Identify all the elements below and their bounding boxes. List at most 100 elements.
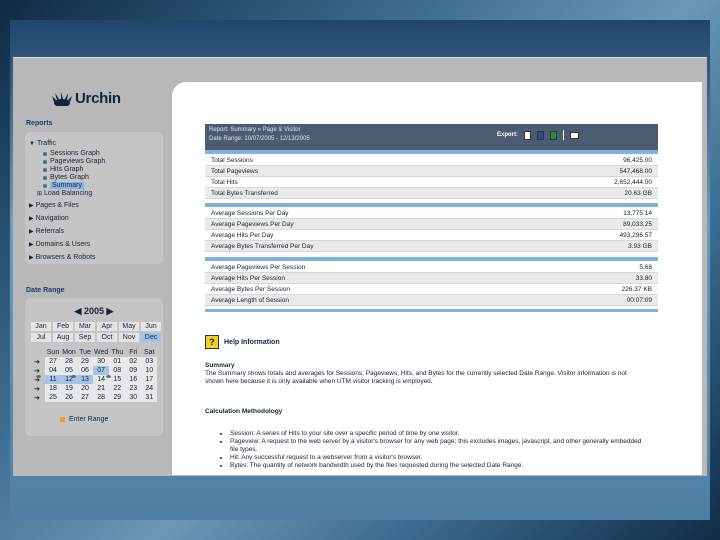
calendar-day[interactable]: 31 xyxy=(141,393,158,402)
calendar-day[interactable]: 06 xyxy=(77,366,93,375)
calendar-day[interactable]: 01 xyxy=(109,357,126,366)
month-apr[interactable]: Apr xyxy=(97,322,117,331)
month-aug[interactable]: Aug xyxy=(53,333,73,342)
calendar-day[interactable]: 18 xyxy=(45,384,61,393)
month-jul[interactable]: Jul xyxy=(31,333,51,342)
calendar-day[interactable]: 07 xyxy=(93,366,110,375)
calendar-day[interactable]: 16 xyxy=(125,375,142,384)
calendar-day[interactable]: 22 xyxy=(109,384,126,393)
calendar-day[interactable]: 15 xyxy=(109,375,126,384)
menu-navigation[interactable]: ▶ Navigation xyxy=(29,215,69,222)
table-row: Average Hits Per Day 493,296.57 xyxy=(205,230,658,241)
week-select-arrow-icon[interactable]: ➔ xyxy=(29,393,45,402)
calendar-day[interactable]: 29 xyxy=(77,357,93,366)
prev-year-icon[interactable]: ◀ xyxy=(75,306,82,316)
table-row: Average Hits Per Session 33.80 xyxy=(205,273,658,284)
export-toolbar: Export: xyxy=(497,130,579,140)
section-divider xyxy=(205,309,658,312)
calendar-day[interactable]: 05 xyxy=(61,366,77,375)
calendar-day[interactable]: 02 xyxy=(125,357,142,366)
table-row: Total Hits 2,652,444.00 xyxy=(205,177,658,188)
window-dots xyxy=(36,375,111,378)
menu-browsers-robots[interactable]: ▶ Browsers & Robots xyxy=(29,254,96,261)
calendar-day[interactable]: 19 xyxy=(61,384,77,393)
menu-item-summary[interactable]: Summary xyxy=(43,182,84,189)
table-row: Average Sessions Per Day 13,775.14 xyxy=(205,208,658,219)
menu-domains-users[interactable]: ▶ Domains & Users xyxy=(29,241,90,248)
menu-item-sessions-graph[interactable]: Sessions Graph xyxy=(43,150,100,157)
month-sep[interactable]: Sep xyxy=(75,333,95,342)
calendar-day[interactable]: 26 xyxy=(61,393,77,402)
weekday-header: Thu xyxy=(111,349,124,356)
export-word-icon[interactable] xyxy=(537,130,544,140)
calendar-day[interactable]: 27 xyxy=(45,357,61,366)
bullet-icon xyxy=(43,151,47,156)
month-feb[interactable]: Feb xyxy=(53,322,73,331)
month-dec[interactable]: Dec xyxy=(141,333,161,342)
help-information[interactable]: ? Help Information xyxy=(205,335,280,349)
calendar-day[interactable]: 23 xyxy=(125,384,142,393)
calendar-day[interactable]: 28 xyxy=(61,357,77,366)
menu-traffic[interactable]: ▼ Traffic xyxy=(29,140,56,147)
collapsed-triangle-icon: ▶ xyxy=(29,216,34,222)
year-label: 2005 xyxy=(83,306,105,316)
menu-item-pageviews-graph[interactable]: Pageviews Graph xyxy=(43,158,105,165)
enter-range-button[interactable]: Enter Range xyxy=(60,416,108,423)
calendar-day[interactable]: 30 xyxy=(125,393,142,402)
export-tab-icon[interactable] xyxy=(524,130,531,140)
date-range-panel: ◀ 2005 ▶ Jan Feb Mar Apr May Jun Jul Aug… xyxy=(25,298,163,436)
calendar-day[interactable]: 17 xyxy=(141,375,158,384)
week-select-arrow-icon[interactable]: ➔ xyxy=(29,366,45,375)
list-item: Pageview: A request to the web server by… xyxy=(230,438,648,454)
month-nov[interactable]: Nov xyxy=(119,333,139,342)
collapsed-triangle-icon: ▶ xyxy=(29,229,34,235)
bullet-icon xyxy=(43,183,47,188)
month-mar[interactable]: Mar xyxy=(75,322,95,331)
weekday-header: Sat xyxy=(144,349,155,356)
week-select-arrow-icon[interactable]: ➔ xyxy=(29,357,45,366)
menu-item-load-balancing[interactable]: ⊞ Load Balancing xyxy=(37,190,92,197)
menu-item-bytes-graph[interactable]: Bytes Graph xyxy=(43,174,89,181)
calendar-day[interactable]: 24 xyxy=(141,384,158,393)
table-row: Total Pageviews 547,468.00 xyxy=(205,166,658,177)
month-jan[interactable]: Jan xyxy=(31,322,51,331)
calendar-day[interactable]: 27 xyxy=(77,393,93,402)
weekday-header: Sun xyxy=(46,349,60,356)
summary-section: Summary The Summary shows totals and ave… xyxy=(205,362,645,386)
weekday-header: Mon xyxy=(62,349,76,356)
help-title: Help Information xyxy=(224,338,280,346)
calendar-day[interactable]: 28 xyxy=(93,393,110,402)
calendar-day[interactable]: 20 xyxy=(77,384,93,393)
month-oct[interactable]: Oct xyxy=(97,333,117,342)
date-range-heading: Date Range xyxy=(26,287,65,294)
calendar-day[interactable]: 03 xyxy=(141,357,158,366)
calendar-day[interactable]: 04 xyxy=(45,366,61,375)
calendar-day[interactable]: 21 xyxy=(93,384,110,393)
table-row: Total Sessions 96,425.00 xyxy=(205,155,658,166)
section-divider xyxy=(205,150,658,154)
table-row: Average Bytes Per Session 226.37 KB xyxy=(205,284,658,295)
enter-range-label: Enter Range xyxy=(69,416,109,423)
table-row: Average Pageviews Per Session 5.68 xyxy=(205,262,658,273)
print-icon[interactable] xyxy=(570,131,579,139)
table-row: Average Length of Session 00:07:09 xyxy=(205,295,658,306)
dot xyxy=(71,375,76,378)
month-jun[interactable]: Jun xyxy=(141,322,161,331)
calendar-day[interactable]: 10 xyxy=(141,366,158,375)
export-excel-icon[interactable] xyxy=(550,130,557,140)
calendar-day[interactable]: 09 xyxy=(125,366,142,375)
calendar-day[interactable]: 29 xyxy=(109,393,126,402)
reports-heading: Reports xyxy=(26,120,53,127)
calendar-day[interactable]: 30 xyxy=(93,357,110,366)
dot xyxy=(36,375,41,378)
month-may[interactable]: May xyxy=(119,322,139,331)
next-year-icon[interactable]: ▶ xyxy=(107,306,114,316)
menu-pages-files[interactable]: ▶ Pages & Files xyxy=(29,202,79,209)
menu-item-hits-graph[interactable]: Hits Graph xyxy=(43,166,83,173)
menu-referrals[interactable]: ▶ Referrals xyxy=(29,228,64,235)
calendar-day[interactable]: 08 xyxy=(109,366,126,375)
week-select-arrow-icon[interactable]: ➔ xyxy=(29,384,45,393)
calendar-day[interactable]: 25 xyxy=(45,393,61,402)
toolbar-divider xyxy=(563,130,564,140)
bullet-icon xyxy=(43,167,47,172)
